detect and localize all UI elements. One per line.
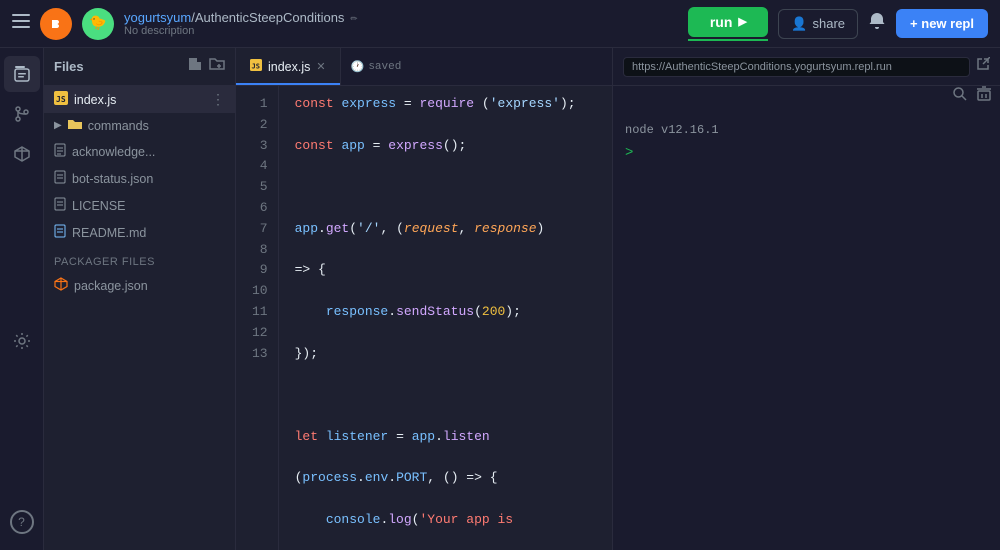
console-actions-top xyxy=(613,86,1000,111)
clock-icon: 🕐 xyxy=(351,60,365,74)
repl-name-text: AuthenticSteepConditions xyxy=(195,10,345,25)
file-item-indexjs[interactable]: JS index.js ⋮ xyxy=(44,86,235,113)
share-label: share xyxy=(813,16,846,31)
notification-icon[interactable] xyxy=(868,12,886,35)
folder-icon xyxy=(68,118,82,133)
hamburger-icon[interactable] xyxy=(12,14,30,34)
file-item-readme[interactable]: README.md xyxy=(44,219,235,246)
repl-name-row: yogurtsyum/AuthenticSteepConditions ✏ xyxy=(124,10,358,25)
pencil-icon[interactable]: ✏ xyxy=(350,10,357,25)
icon-sidebar: ? xyxy=(0,48,44,550)
tab-icon-js: JS xyxy=(250,59,262,74)
file-item-bot-status[interactable]: bot-status.json xyxy=(44,165,235,192)
topbar-right: 👤 share + new repl xyxy=(778,9,988,39)
package-item-packagejson[interactable]: package.json xyxy=(44,272,235,299)
packager-label: Packager files xyxy=(44,246,235,272)
saved-label: saved xyxy=(368,61,401,73)
file-name-packagejson: package.json xyxy=(74,279,148,293)
folder-name-commands: commands xyxy=(88,119,149,133)
help-icon[interactable]: ? xyxy=(10,510,34,534)
console-output: node v12.16.1 > xyxy=(613,111,1000,550)
svg-text:JS: JS xyxy=(56,95,66,104)
repl-logo xyxy=(40,8,72,40)
code-view[interactable]: 12345 678910 111213 const express = requ… xyxy=(236,86,612,550)
sidebar-item-git[interactable] xyxy=(4,96,40,132)
person-icon: 👤 xyxy=(791,16,807,32)
new-file-icon[interactable] xyxy=(187,56,203,77)
tab-saved-indicator: 🕐 saved xyxy=(341,60,412,74)
console-url-bar xyxy=(613,48,1000,86)
file-sidebar: Files xyxy=(44,48,236,550)
console-url-input[interactable] xyxy=(623,57,970,77)
md-file-icon xyxy=(54,224,66,241)
file-sidebar-header: Files xyxy=(44,48,235,86)
repl-name-link[interactable]: yogurtsyum/AuthenticSteepConditions xyxy=(124,10,344,25)
editor-tab-indexjs[interactable]: JS index.js ✕ xyxy=(236,48,341,85)
sidebar-item-files[interactable] xyxy=(4,56,40,92)
tab-label-indexjs: index.js xyxy=(268,60,310,74)
console-url-actions xyxy=(976,57,990,76)
username-text: yogurtsyum xyxy=(124,10,191,25)
file-name-indexjs: index.js xyxy=(74,93,116,107)
topbar-center: run xyxy=(688,7,768,41)
search-console-icon[interactable] xyxy=(952,86,968,107)
file-item-license[interactable]: LICENSE xyxy=(44,192,235,219)
file-item-acknowledge[interactable]: acknowledge... xyxy=(44,138,235,165)
folder-arrow-icon: ▶ xyxy=(54,120,62,131)
package-cube-icon xyxy=(54,277,68,294)
console-panel: node v12.16.1 > xyxy=(612,48,1000,550)
folder-item-commands[interactable]: ▶ commands xyxy=(44,113,235,138)
file-name-readme: README.md xyxy=(72,226,146,240)
line-numbers: 12345 678910 111213 xyxy=(236,86,279,550)
editor-area: JS index.js ✕ 🕐 saved 12345 678910 11121… xyxy=(236,48,612,550)
icon-sidebar-bottom: ? xyxy=(10,510,34,542)
run-underline xyxy=(688,39,768,41)
license-file-icon xyxy=(54,197,66,214)
share-button[interactable]: 👤 share xyxy=(778,9,858,39)
new-repl-button[interactable]: + new repl xyxy=(896,9,988,38)
file-more-icon[interactable]: ⋮ xyxy=(211,91,225,108)
user-avatar[interactable]: 🐤 xyxy=(82,8,114,40)
json-file-icon xyxy=(54,170,66,187)
txt-file-icon xyxy=(54,143,66,160)
console-prompt: > xyxy=(625,143,988,164)
topbar-left: 🐤 yogurtsyum/AuthenticSteepConditions ✏ … xyxy=(12,8,678,40)
file-name-bot-status: bot-status.json xyxy=(72,172,153,186)
file-name-acknowledge: acknowledge... xyxy=(72,145,155,159)
main-area: ? Files xyxy=(0,48,1000,550)
svg-text:JS: JS xyxy=(252,63,260,71)
open-external-icon[interactable] xyxy=(976,57,990,76)
code-content[interactable]: const express = require ('express'); con… xyxy=(279,86,612,550)
repl-description: No description xyxy=(124,25,358,37)
node-version-text: node v12.16.1 xyxy=(625,121,988,139)
sidebar-item-settings[interactable] xyxy=(4,323,40,359)
js-file-icon: JS xyxy=(54,91,68,108)
tab-close-icon[interactable]: ✕ xyxy=(316,60,325,73)
file-name-license: LICENSE xyxy=(72,199,126,213)
repl-title: yogurtsyum/AuthenticSteepConditions ✏ No… xyxy=(124,10,358,37)
editor-tabs: JS index.js ✕ 🕐 saved xyxy=(236,48,612,86)
topbar: 🐤 yogurtsyum/AuthenticSteepConditions ✏ … xyxy=(0,0,1000,48)
sidebar-item-packages[interactable] xyxy=(4,136,40,172)
run-button[interactable]: run xyxy=(688,7,768,37)
new-folder-icon[interactable] xyxy=(209,56,225,77)
files-label: Files xyxy=(54,59,84,74)
file-header-icons xyxy=(187,56,225,77)
clear-console-icon[interactable] xyxy=(976,86,992,107)
